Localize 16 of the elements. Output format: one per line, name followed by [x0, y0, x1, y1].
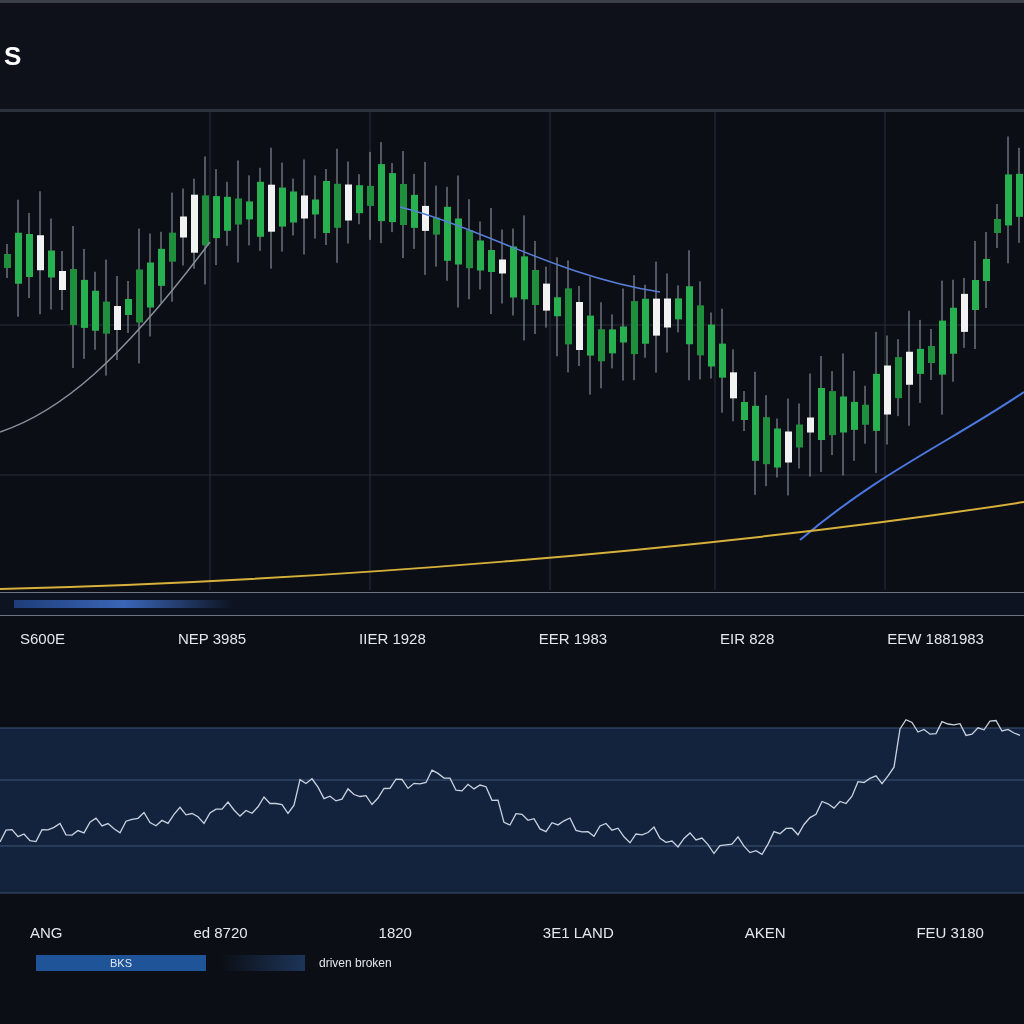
axis-label: 1820: [378, 924, 412, 941]
axis-label: AKEN: [744, 924, 786, 941]
axis-label: FEU 3180: [916, 924, 984, 941]
axis-label: S600E: [20, 630, 66, 649]
legend-label: driven broken: [319, 956, 392, 970]
axis-label: ANG: [30, 924, 63, 941]
range-selector[interactable]: [14, 600, 234, 608]
axis-label: ed 8720: [193, 924, 248, 941]
axis-label: IIER 1928: [359, 630, 426, 649]
axis-label: 3E1 LAND: [542, 924, 614, 941]
axis-label: NEP 3985: [178, 630, 247, 649]
axis-label: EER 1983: [538, 630, 608, 649]
axis-label: EIR 828: [720, 630, 775, 649]
axis-label: EEW 1881983: [887, 630, 984, 649]
chart-title: S: [4, 40, 22, 72]
legend-badge: BKS: [36, 955, 206, 971]
